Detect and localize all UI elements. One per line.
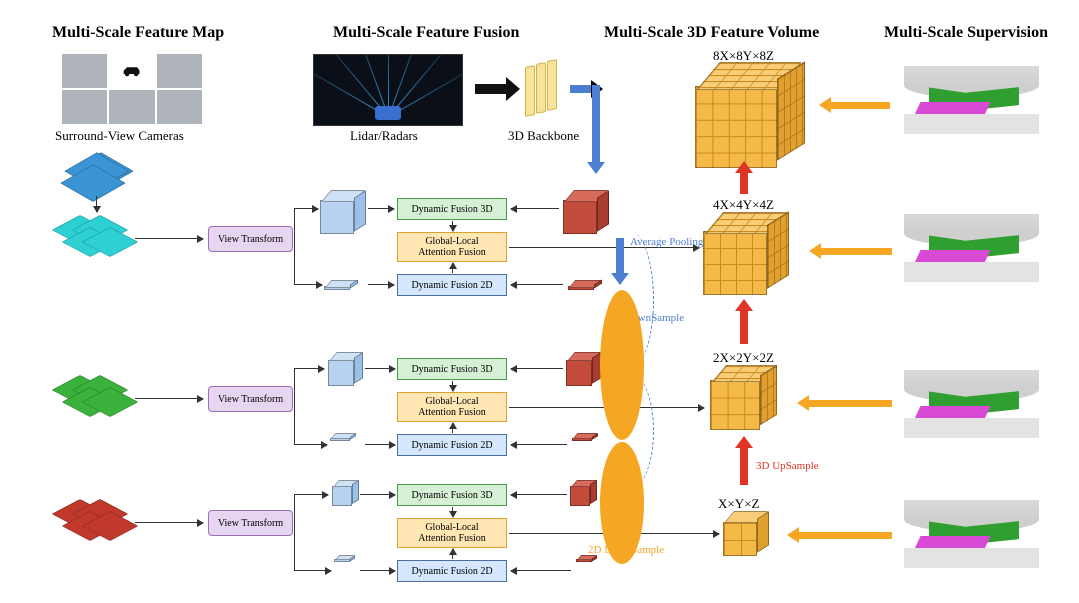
label-upsample-3d: 3D UpSample: [756, 460, 819, 472]
arrow-stack-to-planes: [96, 196, 97, 212]
branch-bot-r2: [294, 444, 327, 445]
arrow-backbone-right: [570, 85, 592, 93]
supervision-thumb-4x: [904, 214, 1039, 282]
arrow-planes2-to-vt: [135, 398, 203, 399]
dash-2d-2: [600, 442, 644, 564]
link-df2d-gla-r2: [452, 423, 453, 433]
supervision-thumb-2x: [904, 370, 1039, 438]
dynamic-fusion-3d-r2: Dynamic Fusion 3D: [397, 358, 507, 380]
branch-bot-r3: [294, 570, 331, 571]
supervision-thumb-1x: [904, 500, 1039, 568]
link-lidar3d-r1: [511, 208, 559, 209]
link-df3d-gla-r3: [452, 507, 453, 517]
branch-top-r1: [294, 208, 318, 209]
sup-arrow-8x: [830, 102, 890, 109]
upsample-arrow-1: [740, 447, 748, 485]
link-cam2d-r1: [368, 284, 394, 285]
arrow-planes1-to-vt: [135, 238, 203, 239]
sup-arrow-4x: [820, 248, 892, 255]
link-lidar3d-r2: [511, 368, 563, 369]
branch-stem-r1: [294, 208, 295, 284]
link-df3d-gla-r1: [452, 221, 453, 231]
scale-2: 2X×2Y×2Z: [713, 350, 774, 366]
upsample-arrow-2: [740, 310, 748, 344]
scale-4: 4X×4Y×4Z: [713, 197, 774, 213]
link-df2d-gla-r3: [452, 549, 453, 559]
view-transform-3: View Transform: [208, 510, 293, 536]
scale-1: X×Y×Z: [718, 496, 759, 512]
link-cam3d-r3: [360, 494, 395, 495]
branch-stem-r2: [294, 368, 295, 444]
branch-bot-r1: [294, 284, 322, 285]
view-transform-2: View Transform: [208, 386, 293, 412]
global-local-attention-r3: Global-LocalAttention Fusion: [397, 518, 507, 548]
camera-montage: [62, 54, 202, 124]
upsample-arrow-3: [740, 172, 748, 194]
link-cam2d-r2: [365, 444, 395, 445]
dynamic-fusion-2d-r3: Dynamic Fusion 2D: [397, 560, 507, 582]
arrowhead-lidar-to-backbone: [506, 77, 520, 101]
sup-arrow-1x: [798, 532, 892, 539]
gla-line2-r2: Attention Fusion: [418, 407, 486, 418]
branch-top-r3: [294, 494, 328, 495]
gla-line2-r1: Attention Fusion: [418, 247, 486, 258]
heading-volume: Multi-Scale 3D Feature Volume: [604, 24, 819, 42]
dash-2d-1: [600, 290, 644, 440]
heading-supervision: Multi-Scale Supervision: [884, 24, 1048, 42]
gla-line2-r3: Attention Fusion: [418, 533, 486, 544]
arrow-planes3-to-vt: [135, 522, 203, 523]
view-transform-1: View Transform: [208, 226, 293, 252]
branch-top-r2: [294, 368, 324, 369]
caption-cameras: Surround-View Cameras: [55, 128, 184, 144]
link-lidar2d-r3: [511, 570, 571, 571]
caption-backbone: 3D Backbone: [508, 128, 579, 144]
sup-arrow-2x: [808, 400, 892, 407]
link-lidar3d-r3: [511, 494, 567, 495]
link-cam3d-r2: [365, 368, 395, 369]
dynamic-fusion-3d-r1: Dynamic Fusion 3D: [397, 198, 507, 220]
lidar-preview: [313, 54, 463, 126]
backbone-slabs-icon: [525, 60, 565, 118]
gla-line1-r3: Global-Local: [425, 522, 478, 533]
global-local-attention-r1: Global-LocalAttention Fusion: [397, 232, 507, 262]
link-cam2d-r3: [360, 570, 395, 571]
link-cam3d-r1: [368, 208, 394, 209]
caption-lidar: Lidar/Radars: [350, 128, 418, 144]
link-lidar2d-r2: [511, 444, 567, 445]
gla-line1-r1: Global-Local: [425, 236, 478, 247]
branch-stem-r3: [294, 494, 295, 570]
arrow-backbone-down: [592, 85, 600, 163]
heading-fusion: Multi-Scale Feature Fusion: [333, 24, 519, 42]
dynamic-fusion-2d-r2: Dynamic Fusion 2D: [397, 434, 507, 456]
heading-feature-map: Multi-Scale Feature Map: [52, 24, 224, 42]
link-df3d-gla-r2: [452, 381, 453, 391]
dynamic-fusion-3d-r3: Dynamic Fusion 3D: [397, 484, 507, 506]
global-local-attention-r2: Global-LocalAttention Fusion: [397, 392, 507, 422]
supervision-thumb-8x: [904, 66, 1039, 134]
link-df2d-gla-r1: [452, 263, 453, 273]
arrow-lidar-to-backbone: [475, 84, 507, 94]
link-lidar2d-r1: [511, 284, 563, 285]
dynamic-fusion-2d-r1: Dynamic Fusion 2D: [397, 274, 507, 296]
gla-line1-r2: Global-Local: [425, 396, 478, 407]
